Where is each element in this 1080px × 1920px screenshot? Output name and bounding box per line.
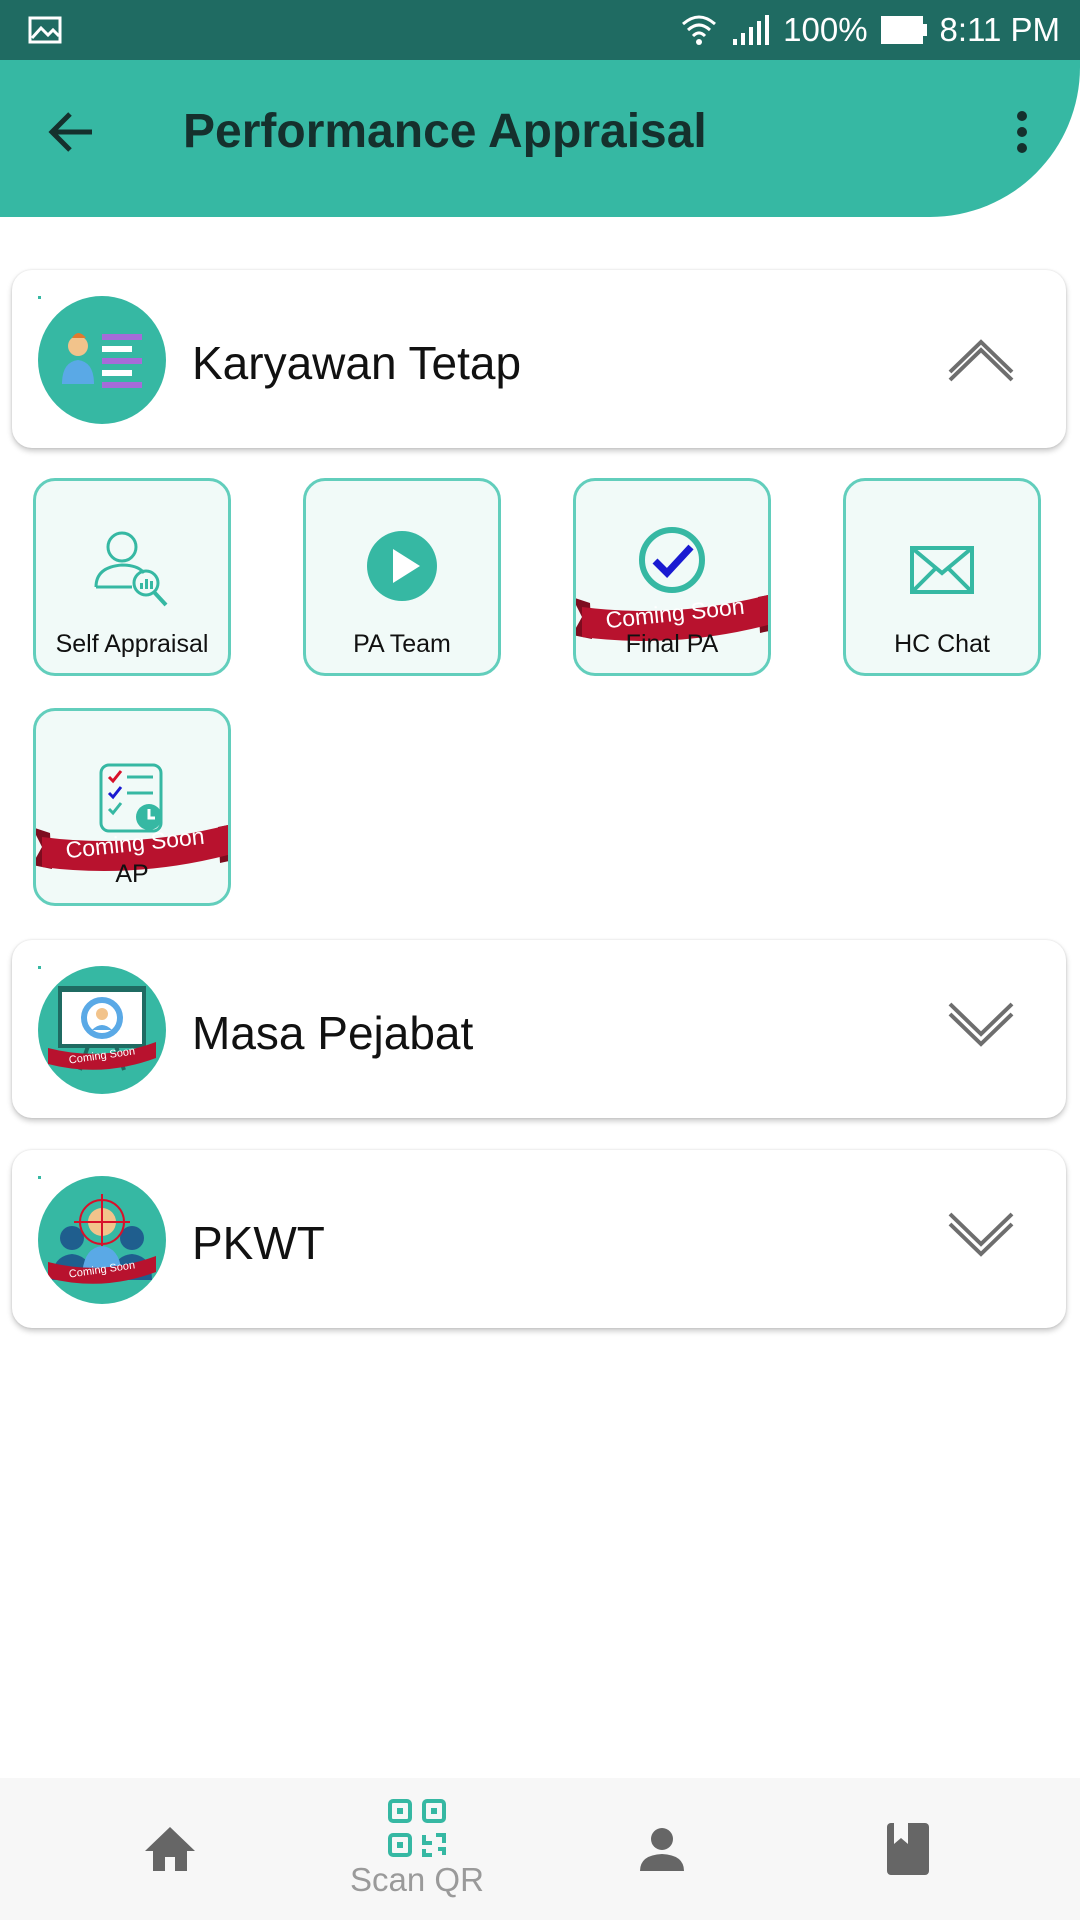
section-title: PKWT — [192, 1217, 325, 1269]
user-search-icon — [94, 531, 168, 607]
nav-profile[interactable] — [562, 1778, 762, 1920]
menu-self-appraisal[interactable]: Self Appraisal — [33, 478, 231, 676]
nav-scan-qr[interactable]: Scan QR — [317, 1778, 517, 1920]
menu-pa-team[interactable]: PA Team — [303, 478, 501, 676]
more-options-button[interactable] — [1000, 100, 1044, 164]
accent-dot — [38, 1176, 41, 1179]
menu-final-pa[interactable]: Coming Soon Final PA — [573, 478, 771, 676]
play-icon — [367, 531, 437, 601]
person-icon — [640, 1828, 684, 1871]
battery-percent: 100% — [783, 11, 868, 48]
menu-label: PA Team — [353, 630, 451, 658]
chevron-down-icon[interactable] — [946, 1002, 1016, 1052]
arrow-left-icon — [48, 112, 92, 152]
accent-dot — [38, 966, 41, 969]
menu-ap[interactable]: Coming Soon AP — [33, 708, 231, 906]
bottom-navigation: Scan QR — [0, 1778, 1080, 1920]
back-button[interactable] — [40, 100, 104, 164]
wifi-icon — [682, 15, 717, 45]
home-icon — [145, 1827, 195, 1871]
section-title: Masa Pejabat — [192, 1007, 474, 1059]
nav-label: Scan QR — [350, 1861, 484, 1898]
chevron-down-icon[interactable] — [946, 1212, 1016, 1262]
clock: 8:11 PM — [939, 11, 1060, 48]
menu-hc-chat[interactable]: HC Chat — [843, 478, 1041, 676]
section-pkwt[interactable]: Coming Soon PKWT — [12, 1150, 1066, 1328]
chevron-up-icon[interactable] — [946, 332, 1016, 382]
section-karyawan-tetap[interactable]: Karyawan Tetap — [12, 270, 1066, 448]
check-circle-icon — [639, 527, 705, 593]
page-title: Performance Appraisal — [183, 105, 707, 158]
section-masa-pejabat[interactable]: Coming Soon Masa Pejabat — [12, 940, 1066, 1118]
qr-code-icon — [388, 1799, 446, 1857]
status-bar: 100% 8:11 PM — [0, 0, 1080, 60]
employee-list-icon — [62, 333, 142, 388]
nav-home[interactable] — [70, 1778, 270, 1920]
masa-pejabat-avatar: Coming Soon — [38, 966, 166, 1094]
menu-label: Self Appraisal — [55, 630, 209, 658]
team-target-icon — [48, 1194, 156, 1284]
menu-label: HC Chat — [894, 630, 990, 658]
nav-book[interactable] — [808, 1778, 1008, 1920]
envelope-icon — [910, 546, 974, 594]
presentation-board-icon — [48, 986, 156, 1071]
pkwt-avatar: Coming Soon — [38, 1176, 166, 1304]
book-icon — [887, 1823, 929, 1875]
signal-icon — [733, 15, 770, 45]
battery-icon — [880, 16, 927, 44]
accent-dot — [38, 296, 41, 299]
more-vertical-icon — [1017, 111, 1027, 153]
gallery-icon — [28, 16, 62, 44]
menu-label: Final PA — [625, 630, 719, 658]
section-title: Karyawan Tetap — [192, 337, 522, 389]
menu-label: AP — [115, 860, 149, 888]
karyawan-tetap-avatar — [38, 296, 166, 424]
